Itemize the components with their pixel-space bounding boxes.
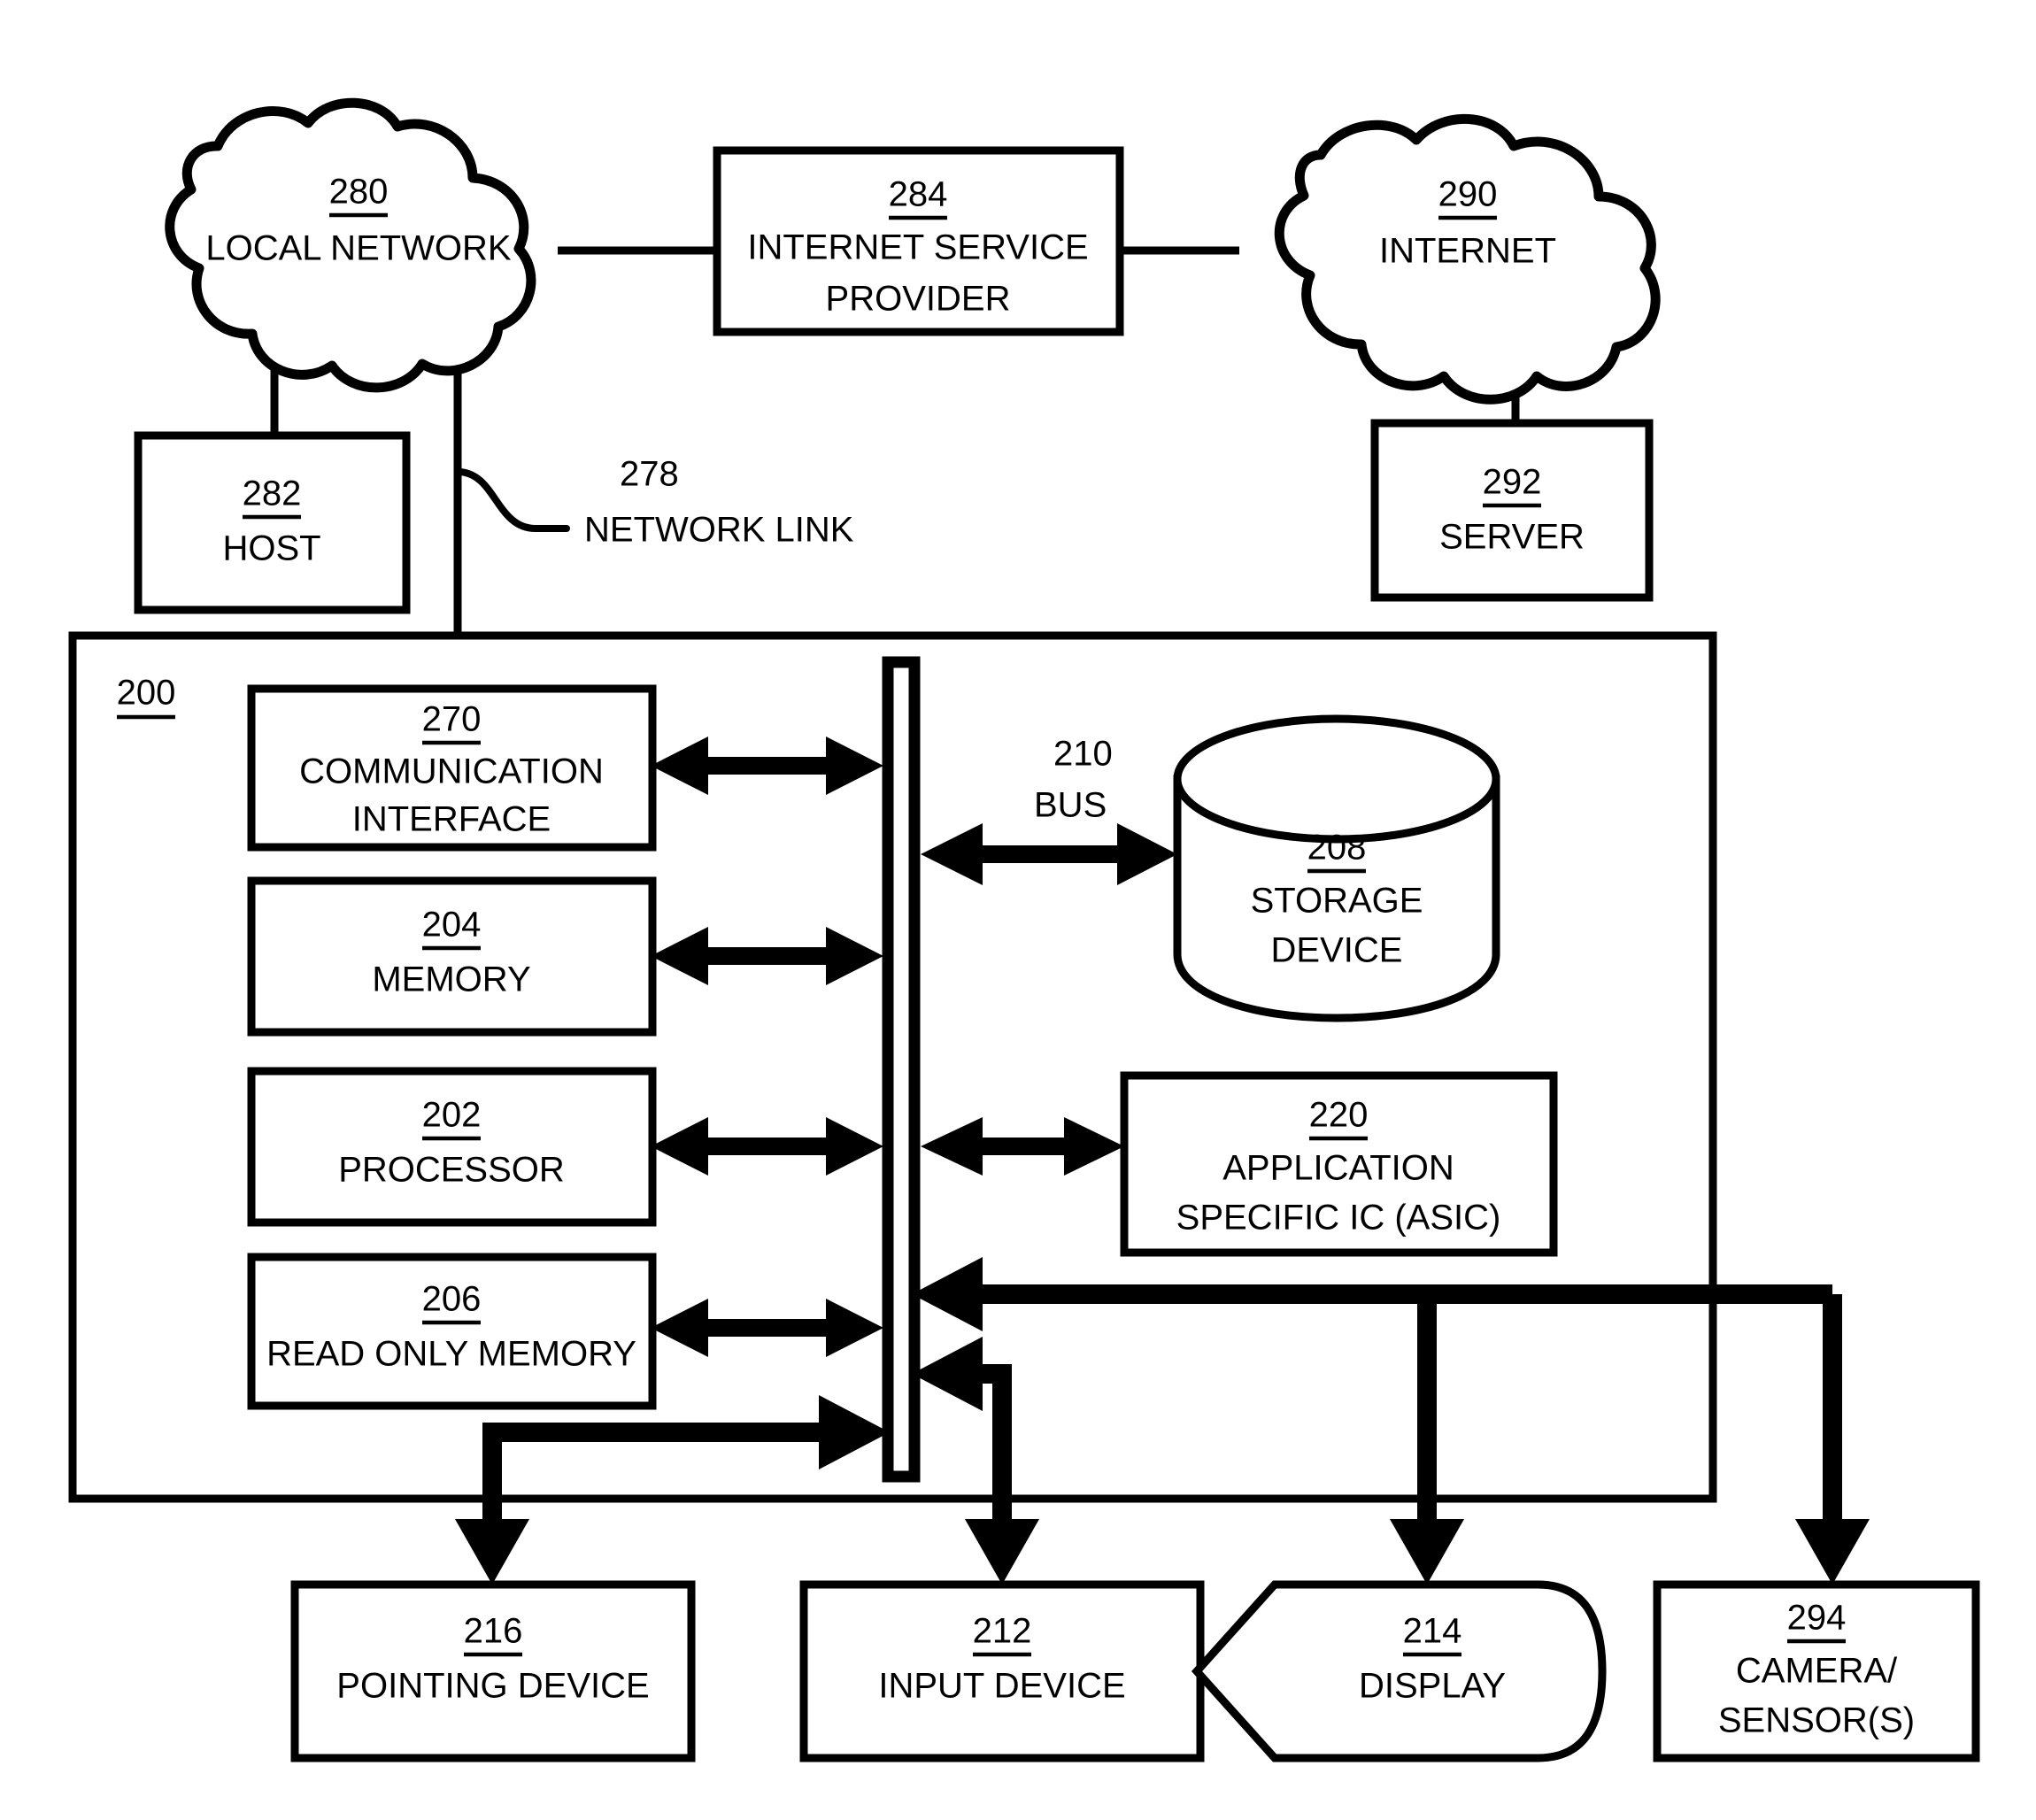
internet-ref: 290 <box>1438 175 1498 214</box>
bus-bar <box>882 656 921 1483</box>
pointing-device-ref: 216 <box>464 1612 523 1651</box>
asic-label-line1: APPLICATION <box>1222 1149 1454 1188</box>
memory-label: MEMORY <box>372 960 530 999</box>
patent-figure-canvas: 280 LOCAL NETWORK 284 INTERNET SERVICE P… <box>0 0 2036 1820</box>
camera-sensors-label-line2: SENSOR(S) <box>1718 1701 1915 1740</box>
callout-network-link: 278 NETWORK LINK <box>584 455 854 550</box>
node-internet-service-provider[interactable]: 284 INTERNET SERVICE PROVIDER <box>713 146 1124 336</box>
node-asic[interactable]: 220 APPLICATION SPECIFIC IC (ASIC) <box>1120 1071 1558 1257</box>
local-network-ref: 280 <box>329 173 389 212</box>
isp-label-line1: INTERNET SERVICE <box>747 228 1088 267</box>
storage-device-label-line2: DEVICE <box>1271 931 1403 970</box>
pointing-device-label: POINTING DEVICE <box>336 1667 649 1706</box>
storage-cylinder-top <box>1173 714 1500 844</box>
memory-ref: 204 <box>422 906 482 945</box>
node-internet[interactable]: 290 INTERNET <box>1274 113 1661 405</box>
node-host[interactable]: 282 HOST <box>134 431 411 614</box>
input-device-label: INPUT DEVICE <box>878 1667 1125 1706</box>
host-ref: 282 <box>243 474 302 513</box>
block-diagram-svg: 280 LOCAL NETWORK 284 INTERNET SERVICE P… <box>68 97 1980 1762</box>
isp-label-line2: PROVIDER <box>826 280 1011 319</box>
processor-ref: 202 <box>422 1096 482 1135</box>
input-device-ref: 212 <box>973 1612 1032 1651</box>
asic-ref: 220 <box>1309 1096 1369 1135</box>
isp-ref: 284 <box>889 175 948 214</box>
storage-device-label-line1: STORAGE <box>1251 882 1423 921</box>
display-ref: 214 <box>1403 1612 1462 1651</box>
local-network-label: LOCAL NETWORK <box>205 229 512 268</box>
network-link-label: NETWORK LINK <box>584 511 854 550</box>
host-label: HOST <box>222 529 320 568</box>
display-label: DISPLAY <box>1359 1667 1506 1706</box>
communication-interface-label-line2: INTERFACE <box>352 800 551 839</box>
node-processor[interactable]: 202 PROCESSOR <box>247 1067 657 1227</box>
read-only-memory-label: READ ONLY MEMORY <box>266 1335 636 1374</box>
server-ref: 292 <box>1483 463 1542 502</box>
system-ref: 200 <box>117 674 176 713</box>
storage-device-ref: 208 <box>1307 829 1367 868</box>
server-box <box>1370 419 1654 602</box>
camera-sensors-ref: 294 <box>1787 1599 1847 1638</box>
network-link-ref: 278 <box>620 455 679 494</box>
node-bus[interactable] <box>882 656 921 1483</box>
node-memory[interactable]: 204 MEMORY <box>247 876 657 1037</box>
internet-label: INTERNET <box>1379 232 1556 271</box>
node-display[interactable]: 214 DISPLAY <box>1191 1580 1607 1762</box>
node-local-network[interactable]: 280 LOCAL NETWORK <box>165 97 536 393</box>
camera-sensors-label-line1: CAMERA/ <box>1736 1652 1898 1691</box>
communication-interface-label-line1: COMMUNICATION <box>299 752 604 791</box>
read-only-memory-ref: 206 <box>422 1280 482 1319</box>
asic-label-line2: SPECIFIC IC (ASIC) <box>1176 1199 1501 1238</box>
node-storage-device[interactable]: 208 STORAGE DEVICE <box>1173 714 1500 1022</box>
node-communication-interface[interactable]: 270 COMMUNICATION INTERFACE <box>247 684 657 852</box>
communication-interface-ref: 270 <box>422 700 482 739</box>
memory-box <box>247 876 657 1037</box>
processor-box <box>247 1067 657 1227</box>
node-camera-sensors[interactable]: 294 CAMERA/ SENSOR(S) <box>1653 1580 1980 1762</box>
node-input-device[interactable]: 212 INPUT DEVICE <box>799 1580 1205 1762</box>
node-server[interactable]: 292 SERVER <box>1370 419 1654 602</box>
node-pointing-device[interactable]: 216 POINTING DEVICE <box>290 1580 696 1762</box>
host-box <box>134 431 411 614</box>
server-label: SERVER <box>1439 518 1585 557</box>
bus-ref: 210 <box>1053 735 1113 774</box>
bus-label: BUS <box>1034 786 1107 825</box>
processor-label: PROCESSOR <box>338 1151 565 1190</box>
leader-network-link <box>454 468 570 532</box>
node-read-only-memory[interactable]: 206 READ ONLY MEMORY <box>247 1253 657 1410</box>
